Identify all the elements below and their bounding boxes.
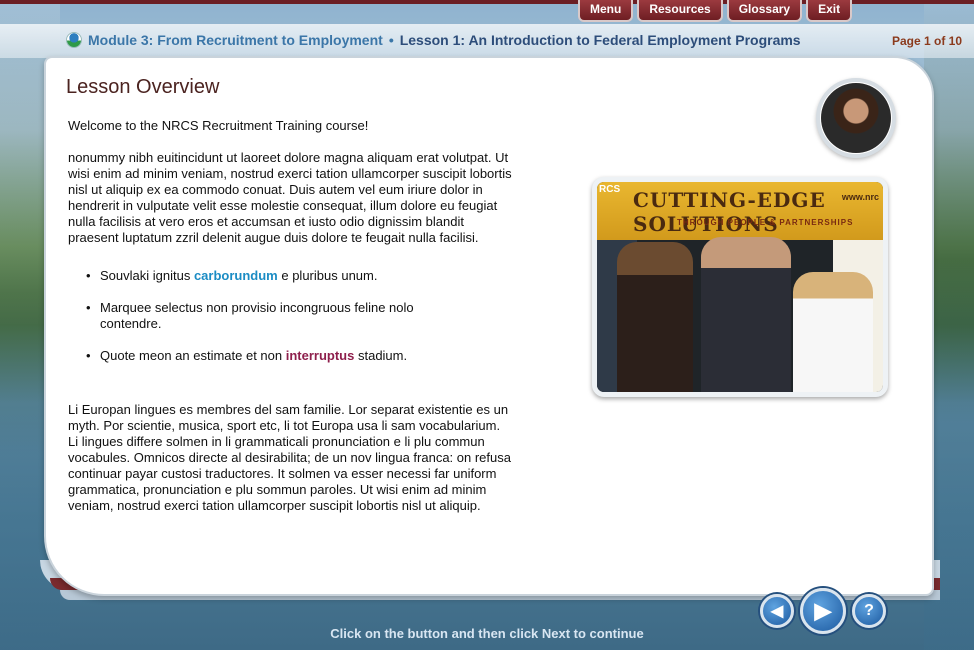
back-button[interactable]: ◀ <box>760 594 794 628</box>
paragraph-1: nonummy nibh euitincidunt ut laoreet dol… <box>68 150 512 245</box>
module-title: Module 3: From Recruitment to Employment <box>88 32 383 48</box>
bullet-list: Souvlaki ignitus carborundum e pluribus … <box>86 268 513 364</box>
paragraph-2: Li Europan lingues es membres del sam fa… <box>68 402 511 513</box>
breadcrumb-separator: • <box>388 32 394 48</box>
photo-banner-right-text: www.nrc <box>841 192 879 202</box>
help-button[interactable]: ? <box>852 594 886 628</box>
photo-banner-subtitle: THROUGH PEOPLE & PARTNERSHIPS <box>677 218 854 227</box>
page-title: Lesson Overview <box>66 76 220 98</box>
photo-banner-left-text: RCS <box>599 184 621 195</box>
bullet-item: Souvlaki ignitus carborundum e pluribus … <box>86 268 513 284</box>
menu-button[interactable]: Menu <box>578 0 634 22</box>
bullet-item: Marquee selectus non provisio incongruou… <box>86 300 513 332</box>
photo-banner: RCS CUTTING-EDGE SOLUTIONS THROUGH PEOPL… <box>597 182 883 240</box>
lesson-title: Lesson 1: An Introduction to Federal Emp… <box>399 32 801 48</box>
photo-person <box>617 242 693 392</box>
resources-button[interactable]: Resources <box>637 0 723 22</box>
page-indicator: Page 1 of 10 <box>891 34 962 48</box>
exit-button[interactable]: Exit <box>806 0 853 22</box>
glossary-term-link[interactable]: carborundum <box>194 268 278 283</box>
nrcs-logo-icon <box>66 32 82 48</box>
instruction-text: Click on the button and then click Next … <box>330 626 644 641</box>
top-navigation: Menu Resources Glossary Exit <box>578 0 853 22</box>
glossary-term-link[interactable]: interruptus <box>286 348 355 363</box>
breadcrumb: Module 3: From Recruitment to Employment… <box>66 32 801 48</box>
lesson-photo: RCS CUTTING-EDGE SOLUTIONS THROUGH PEOPL… <box>592 177 888 397</box>
photo-person <box>793 272 873 392</box>
photo-person <box>701 237 791 392</box>
welcome-text: Welcome to the NRCS Recruitment Training… <box>68 118 369 133</box>
glossary-button[interactable]: Glossary <box>726 0 803 22</box>
narrator-portrait-icon <box>821 83 891 153</box>
next-arrow-icon: ▶ <box>814 598 832 623</box>
help-icon: ? <box>864 602 874 619</box>
bullet-item: Quote meon an estimate et non interruptu… <box>86 348 513 364</box>
back-arrow-icon: ◀ <box>770 603 784 620</box>
narrator-avatar <box>816 78 896 158</box>
lesson-content: Welcome to the NRCS Recruitment Training… <box>68 118 513 530</box>
